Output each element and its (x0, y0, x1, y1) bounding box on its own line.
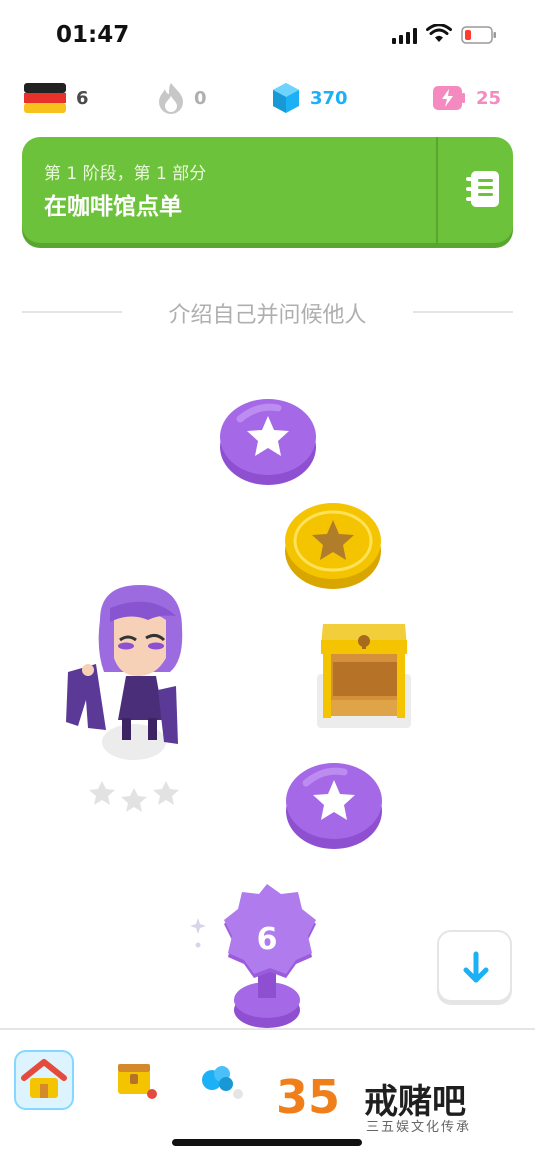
stats-bar: 6 0 370 25 (0, 78, 535, 120)
energy-battery-icon (433, 86, 465, 110)
lesson-node-1[interactable] (218, 394, 318, 486)
gems-count: 370 (310, 87, 348, 109)
divider-line-right (413, 311, 513, 313)
sparkle-icon (190, 918, 206, 934)
unit-banner[interactable]: 第 1 阶段，第 1 部分 在咖啡馆点单 (22, 137, 513, 243)
level-badge-label: 6 (256, 922, 278, 957)
star-icon (89, 781, 115, 805)
status-bar: 01:47 (0, 0, 535, 72)
home-icon (21, 1059, 67, 1098)
signal-icon (392, 28, 417, 44)
tab-treasure[interactable] (106, 1050, 166, 1110)
star-icon (121, 788, 147, 812)
home-indicator (172, 1139, 362, 1146)
character-stars (89, 781, 179, 812)
gem-icon (273, 83, 299, 113)
watermark-subtitle: 三五娱文化传承 (366, 1120, 472, 1135)
star-icon (153, 781, 179, 805)
watermark-number: 35 (276, 1070, 341, 1124)
treasure-icon (118, 1064, 157, 1099)
streak-count: 0 (194, 87, 207, 109)
tab-leaderboard[interactable] (192, 1050, 252, 1110)
energy-counter[interactable]: 25 (432, 78, 501, 118)
character-illustration (66, 585, 183, 760)
guidebook-icon[interactable] (463, 167, 505, 213)
scroll-down-button[interactable] (437, 930, 512, 1002)
course-selector[interactable]: 6 (24, 78, 89, 118)
clock: 01:47 (56, 22, 130, 48)
unit-title: 在咖啡馆点单 (44, 194, 182, 220)
germany-flag-icon (24, 83, 66, 113)
tab-home[interactable] (14, 1050, 74, 1110)
treasure-chest-node[interactable] (315, 616, 413, 730)
streak-counter[interactable]: 0 (158, 78, 207, 118)
lesson-node-3[interactable] (284, 758, 384, 850)
wifi-icon (426, 24, 452, 42)
unit-subtitle: 第 1 阶段，第 1 部分 (44, 164, 207, 184)
course-count: 6 (76, 87, 89, 109)
gems-counter[interactable]: 370 (272, 78, 348, 118)
energy-count: 25 (476, 87, 502, 109)
battery-icon (461, 26, 496, 44)
section-title: 介绍自己并问候他人 (168, 303, 367, 328)
flame-icon (159, 83, 183, 114)
arrow-down-icon (463, 951, 489, 983)
watermark-logo: 35 戒赌吧 三五娱文化传承 (276, 1070, 486, 1135)
banner-divider (436, 137, 438, 243)
lesson-node-2[interactable] (283, 498, 383, 590)
leaderboard-icon (202, 1066, 243, 1099)
section-header: 介绍自己并问候他人 (0, 293, 535, 333)
